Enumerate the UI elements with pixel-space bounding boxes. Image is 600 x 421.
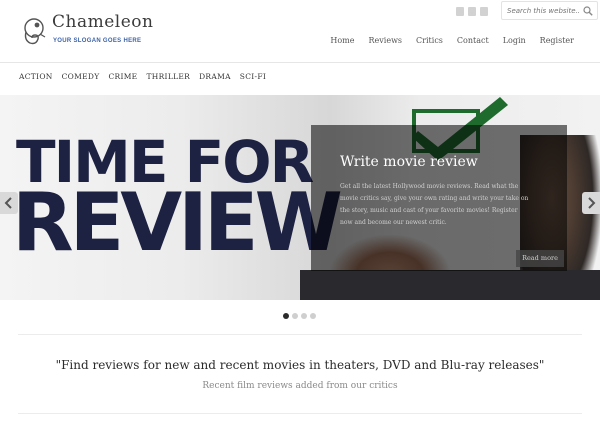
slider-pagination — [283, 313, 316, 319]
category-comedy[interactable]: COMEDY — [62, 72, 100, 81]
intro-subtitle: Recent film reviews added from our criti… — [202, 381, 398, 391]
header-divider — [0, 62, 600, 63]
section-divider — [18, 334, 582, 335]
category-crime[interactable]: CRIME — [108, 72, 137, 81]
intro-quote: "Find reviews for new and recent movies … — [55, 358, 545, 372]
slide-caption-text: Get all the latest Hollywood movie revie… — [340, 183, 529, 226]
site-slogan: YOUR SLOGAN GOES HERE — [53, 38, 142, 44]
nav-contact[interactable]: Contact — [457, 36, 489, 45]
slider-dot[interactable] — [292, 313, 298, 319]
search-box — [501, 1, 598, 20]
slide-headline-line2: REVIEW — [12, 176, 343, 269]
social-links — [456, 7, 488, 17]
slide-photo-shoulder — [300, 270, 600, 300]
slide-caption-title[interactable]: Write movie review — [340, 154, 478, 170]
chevron-left-icon — [4, 197, 12, 209]
main-nav: Home Reviews Critics Contact Login Regis… — [330, 36, 574, 45]
slide-caption: Write movie review Get all the latest Ho… — [311, 125, 567, 271]
read-more-button[interactable]: Read more — [516, 250, 564, 267]
nav-login[interactable]: Login — [503, 36, 526, 45]
category-sci-fi[interactable]: SCI-FI — [240, 72, 266, 81]
category-action[interactable]: ACTION — [19, 72, 53, 81]
category-drama[interactable]: DRAMA — [199, 72, 231, 81]
nav-register[interactable]: Register — [540, 36, 574, 45]
nav-home[interactable]: Home — [330, 36, 354, 45]
category-thriller[interactable]: THRILLER — [146, 72, 190, 81]
site-header: Chameleon YOUR SLOGAN GOES HERE Home Rev… — [0, 0, 600, 62]
search-input[interactable] — [507, 5, 579, 17]
nav-critics[interactable]: Critics — [416, 36, 443, 45]
twitter-icon[interactable] — [456, 7, 464, 16]
slider-dot[interactable] — [283, 313, 289, 319]
slider-dot[interactable] — [301, 313, 307, 319]
chevron-right-icon — [588, 197, 596, 209]
category-nav: ACTION COMEDY CRIME THRILLER DRAMA SCI-F… — [19, 72, 266, 81]
facebook-icon[interactable] — [480, 7, 488, 16]
slider-prev-button[interactable] — [0, 192, 18, 214]
site-name: Chameleon — [52, 12, 154, 32]
slider-next-button[interactable] — [582, 192, 600, 214]
slider-dot[interactable] — [310, 313, 316, 319]
search-icon[interactable] — [583, 6, 593, 16]
hero-slider: TIME FOR REVIEW Write movie review Get a… — [0, 95, 600, 300]
vimeo-icon[interactable] — [468, 7, 476, 16]
site-logo[interactable]: Chameleon YOUR SLOGAN GOES HERE — [20, 12, 154, 52]
nav-reviews[interactable]: Reviews — [369, 36, 403, 45]
section-divider-bottom — [18, 413, 582, 414]
chameleon-logo-icon — [24, 18, 46, 45]
